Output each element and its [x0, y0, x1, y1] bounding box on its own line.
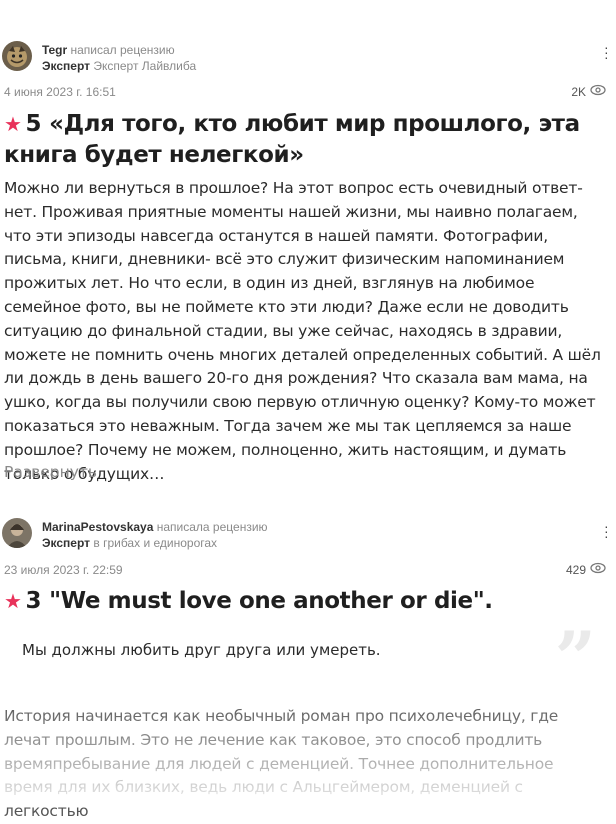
author-line: MarinaPestovskaya написала рецензию: [42, 520, 268, 534]
more-vertical-icon[interactable]: · · ·: [604, 519, 609, 543]
star-icon: ★: [4, 589, 22, 613]
avatar[interactable]: [2, 518, 32, 548]
author-action: написала рецензию: [156, 520, 268, 534]
star-icon: ★: [4, 112, 22, 136]
views-counter: 2K: [571, 84, 606, 99]
expert-badge: Эксперт: [42, 59, 91, 73]
expert-topic[interactable]: в грибах и единорогах: [93, 536, 217, 550]
expert-badge: Эксперт: [42, 536, 91, 550]
epigraph-quote: Мы должны любить друг друга или умереть.: [22, 641, 381, 659]
rating-value: 3: [25, 588, 42, 614]
rating-value: 5: [25, 111, 42, 137]
review-date: 4 июня 2023 г. 16:51: [4, 85, 116, 99]
review-body: Можно ли вернуться в прошлое? На этот во…: [4, 179, 601, 483]
author-action: написал рецензию: [70, 43, 175, 57]
review-title-text: «Для того, кто любит мир прошлого, эта к…: [4, 111, 580, 168]
review-title[interactable]: ★ 3 "We must love one another or die".: [4, 586, 604, 617]
review-body: История начинается как необычный роман п…: [4, 707, 559, 821]
quote-mark-icon: ”: [554, 615, 596, 700]
eye-icon: [590, 84, 606, 99]
avatar[interactable]: [2, 41, 32, 71]
eye-icon: [590, 562, 606, 577]
more-vertical-icon[interactable]: · · ·: [604, 40, 609, 64]
views-count: 2K: [571, 84, 586, 99]
views-count: 429: [565, 562, 586, 577]
review-title[interactable]: ★ 5 «Для того, кто любит мир прошлого, эта…: [4, 109, 604, 171]
review-title-text: "We must love one another or die".: [49, 588, 493, 614]
expert-topic[interactable]: Эксперт Лайвлиба: [93, 59, 196, 73]
expert-line: Эксперт Эксперт Лайвлиба: [42, 59, 196, 73]
expand-link[interactable]: Развернуть: [4, 463, 97, 481]
author-name[interactable]: MarinaPestovskaya: [42, 520, 153, 534]
views-counter: 429: [566, 562, 606, 577]
author-line: Tegr написал рецензию: [42, 43, 175, 57]
review-date: 23 июля 2023 г. 22:59: [4, 563, 123, 577]
expert-line: Эксперт в грибах и единорогах: [42, 536, 217, 550]
author-name[interactable]: Tegr: [42, 43, 67, 57]
